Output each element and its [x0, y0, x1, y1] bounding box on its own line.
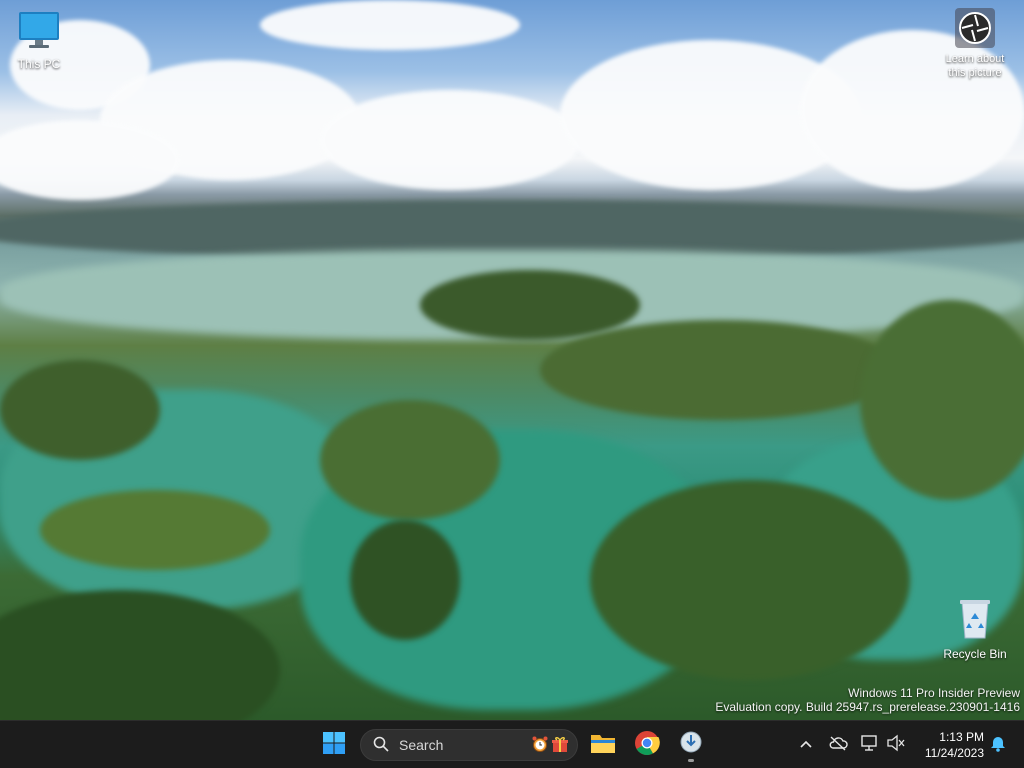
chevron-up-icon — [799, 736, 813, 754]
clock-time: 1:13 PM — [939, 730, 984, 744]
wallpaper-island — [590, 480, 910, 680]
search-box[interactable]: Search — [360, 729, 578, 761]
wallpaper-island — [0, 360, 160, 460]
wallpaper-island — [320, 400, 500, 520]
wallpaper-island — [350, 520, 460, 640]
watermark-edition: Windows 11 Pro Insider Preview — [848, 686, 1020, 700]
start-button[interactable] — [316, 727, 352, 763]
network-button[interactable] — [858, 733, 882, 757]
wallpaper-cloud — [320, 90, 580, 190]
download-icon — [679, 730, 703, 761]
wallpaper-island — [420, 270, 640, 340]
notification-bell-icon — [989, 734, 1007, 757]
taskbar: Search 1:13 PM 11/24/2023 — [0, 720, 1024, 768]
wallpaper-island — [40, 490, 270, 570]
learn-about-line1: Learn about — [945, 53, 1005, 65]
clock[interactable]: 1:13 PM 11/24/2023 — [912, 729, 984, 761]
wallpaper-cloud — [0, 120, 180, 200]
gift-icon — [551, 735, 569, 756]
learn-about-picture[interactable]: Learn about this picture — [936, 8, 1014, 80]
folder-icon — [590, 732, 616, 759]
desktop-wallpaper: This PC Recycle Bin Learn about this pic… — [0, 0, 1024, 720]
onedrive-status-button[interactable] — [826, 733, 850, 757]
notifications-button[interactable] — [986, 733, 1010, 757]
wallpaper-island — [0, 590, 280, 720]
wallpaper-island — [540, 320, 900, 420]
camera-shutter-icon — [955, 8, 995, 48]
wallpaper-cloud — [260, 0, 520, 50]
taskbar-installer[interactable] — [673, 727, 709, 763]
windows-logo-icon — [322, 731, 346, 760]
search-icon — [373, 736, 389, 755]
running-indicator — [688, 759, 694, 762]
volume-muted-icon — [886, 734, 906, 757]
build-watermark: Windows 11 Pro Insider Preview Evaluatio… — [715, 686, 1020, 714]
show-hidden-icons-button[interactable] — [794, 733, 818, 757]
learn-about-line2: this picture — [948, 67, 1002, 79]
desktop-icon-this-pc[interactable]: This PC — [3, 10, 75, 71]
network-icon — [860, 734, 880, 757]
alarm-clock-icon — [531, 735, 549, 756]
monitor-icon — [3, 10, 75, 53]
search-placeholder: Search — [399, 737, 444, 753]
desktop-icon-label: This PC — [17, 57, 61, 71]
clock-date: 11/24/2023 — [924, 746, 984, 760]
cloud-offline-icon — [828, 735, 848, 756]
desktop-icon-label: Recycle Bin — [943, 647, 1007, 661]
volume-button[interactable] — [884, 733, 908, 757]
watermark-build: Evaluation copy. Build 25947.rs_prerelea… — [715, 700, 1020, 714]
desktop-icon-recycle-bin[interactable]: Recycle Bin — [939, 598, 1011, 661]
search-highlights — [531, 735, 569, 756]
taskbar-file-explorer[interactable] — [585, 727, 621, 763]
taskbar-chrome[interactable] — [629, 727, 665, 763]
chrome-icon — [634, 730, 660, 761]
recycle-bin-icon — [939, 598, 1011, 643]
